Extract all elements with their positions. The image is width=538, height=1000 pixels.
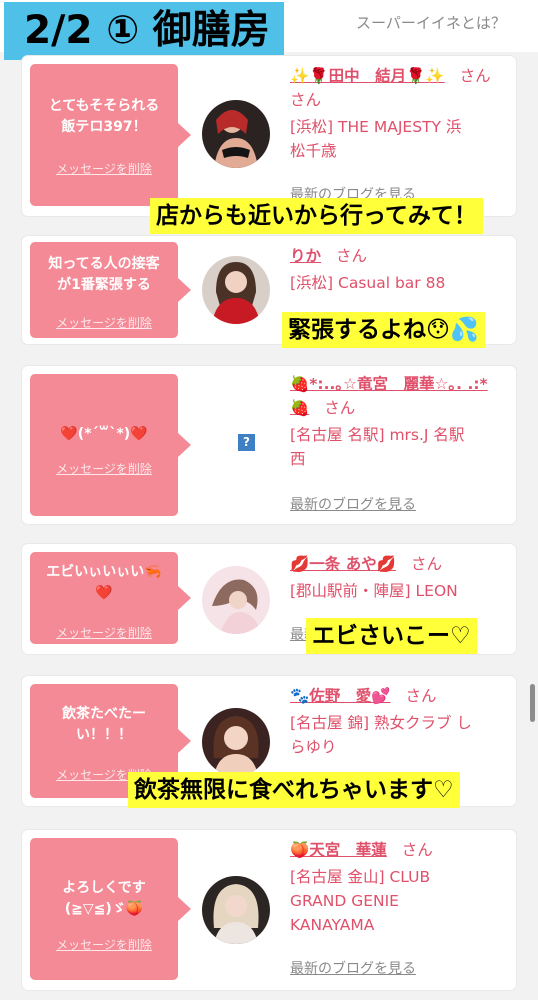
- honorific: さん: [324, 399, 356, 417]
- honorific: さん: [401, 841, 433, 859]
- cast-name-line: 🐾佐野 愛💕 さん: [290, 684, 510, 708]
- message-line: 飲茶たべたー: [62, 706, 146, 722]
- delete-message-link[interactable]: メッセージを削除: [30, 936, 178, 953]
- message-line: 飯テロ397！: [61, 119, 147, 135]
- caption-overlay: エビさいこー♡: [306, 618, 477, 654]
- honorific: さん: [290, 91, 322, 109]
- cast-name-line: 💋一条 あや💋 さん: [290, 552, 510, 576]
- delete-message-link[interactable]: メッセージを削除: [30, 314, 178, 331]
- shop-info: [郡山駅前・陣屋] LEON: [290, 579, 510, 603]
- avatar[interactable]: [202, 876, 270, 944]
- shop-line: [郡山駅前・陣屋] LEON: [290, 582, 458, 600]
- shop-line: 松千歳: [290, 142, 337, 160]
- honorific: さん: [459, 67, 491, 85]
- scrollbar[interactable]: [530, 684, 535, 722]
- message-line: い！！！: [76, 727, 132, 743]
- delete-message-link[interactable]: メッセージを削除: [30, 624, 178, 641]
- delete-message-link[interactable]: メッセージを削除: [30, 160, 178, 177]
- avatar[interactable]: [202, 566, 270, 634]
- message-line: ❤️: [95, 585, 113, 601]
- honorific: さん: [410, 555, 442, 573]
- cast-name-line: ✨🌹田中 結月🌹✨ さん: [290, 64, 510, 88]
- shop-line: GRAND GENIE: [290, 892, 399, 910]
- message-text: 知ってる人の接客 が1番緊張する: [30, 254, 178, 296]
- woman-photo-icon: [202, 708, 270, 776]
- woman-photo-icon: [202, 100, 270, 168]
- shop-line: KANAYAMA: [290, 916, 375, 934]
- message-text: よろしくです (≧▽≦)ゞ🍑: [30, 878, 178, 920]
- honorific: さん: [335, 247, 367, 265]
- latest-blog-link[interactable]: 最新のブログを見る: [290, 494, 416, 514]
- caption-overlay: 店からも近いから行ってみて！: [150, 198, 483, 234]
- shop-info: [名古屋 名駅] mrs.J 名駅 西: [290, 423, 510, 471]
- woman-photo-icon: [202, 876, 270, 944]
- cast-name-line: りか さん: [290, 244, 510, 268]
- honorific-wrap: さん: [290, 88, 510, 112]
- super-like-help-link[interactable]: スーパーイイネとは？: [356, 12, 506, 33]
- cast-name[interactable]: 🍓*:..｡☆竜宮 麗華☆｡. .:*: [290, 375, 488, 393]
- shop-info: [名古屋 金山] CLUB GRAND GENIE KANAYAMA: [290, 865, 510, 937]
- cast-info: 🐾佐野 愛💕 さん [名古屋 錦] 熟女クラブ し らゆり: [290, 684, 510, 759]
- avatar[interactable]: [202, 708, 270, 776]
- cast-name[interactable]: 💋一条 あや💋: [290, 555, 396, 573]
- message-bubble: エビいぃいぃい🦐 ❤️ メッセージを削除: [30, 552, 191, 644]
- avatar[interactable]: [202, 100, 270, 168]
- cast-name[interactable]: りか: [290, 247, 321, 265]
- delete-message-link[interactable]: メッセージを削除: [30, 460, 178, 477]
- message-text: 飲茶たべたー い！！！: [30, 704, 178, 746]
- cast-name[interactable]: 🍑天宮 華蓮: [290, 841, 387, 859]
- super-like-card: よろしくです (≧▽≦)ゞ🍑 メッセージを削除 🍑天宮 華蓮 さん [名古屋 金…: [22, 830, 516, 990]
- shop-line: [名古屋 名駅] mrs.J 名駅: [290, 426, 465, 444]
- message-line: ❤️(*´꒳`*)❤️: [60, 426, 148, 442]
- broken-image-icon: ?: [238, 434, 255, 451]
- cast-name[interactable]: 🐾佐野 愛💕: [290, 687, 391, 705]
- avatar[interactable]: ?: [202, 408, 270, 476]
- super-like-card: ❤️(*´꒳`*)❤️ メッセージを削除 ? 🍓*:..｡☆竜宮 麗華☆｡. .…: [22, 366, 516, 524]
- shop-line: らゆり: [290, 738, 337, 756]
- message-bubble: よろしくです (≧▽≦)ゞ🍑 メッセージを削除: [30, 838, 191, 980]
- message-bubble: とてもそそられる 飯テロ397！ メッセージを削除: [30, 64, 191, 206]
- cast-name[interactable]: 🍓: [290, 399, 309, 417]
- shop-line: [名古屋 金山] CLUB: [290, 868, 431, 886]
- page-title: 2/2 ① 御膳房: [4, 2, 284, 60]
- message-line: が1番緊張する: [57, 277, 151, 293]
- message-text: エビいぃいぃい🦐 ❤️: [30, 562, 178, 604]
- woman-photo-icon: [202, 256, 270, 324]
- shop-line: [浜松] Casual bar 88: [290, 274, 446, 292]
- message-line: エビいぃいぃい🦐: [46, 564, 162, 580]
- cast-info: 🍑天宮 華蓮 さん [名古屋 金山] CLUB GRAND GENIE KANA…: [290, 838, 510, 937]
- caption-overlay: 飲茶無限に食べれちゃいます♡: [128, 772, 460, 808]
- avatar[interactable]: [202, 256, 270, 324]
- cast-name[interactable]: ✨🌹田中 結月🌹✨: [290, 67, 445, 85]
- latest-blog-link[interactable]: 最新のブログを見る: [290, 958, 416, 978]
- shop-line: 西: [290, 450, 306, 468]
- message-text: ❤️(*´꒳`*)❤️: [30, 424, 178, 445]
- cast-info: りか さん [浜松] Casual bar 88: [290, 244, 510, 295]
- shop-line: [名古屋 錦] 熟女クラブ し: [290, 714, 472, 732]
- message-bubble: 知ってる人の接客 が1番緊張する メッセージを削除: [30, 242, 191, 338]
- shop-info: [浜松] THE MAJESTY 浜 松千歳: [290, 115, 510, 163]
- message-line: よろしくです: [62, 880, 146, 896]
- shop-info: [名古屋 錦] 熟女クラブ し らゆり: [290, 711, 510, 759]
- broken-image-icon: [202, 408, 270, 476]
- cast-name-line: 🍓 さん: [290, 396, 510, 420]
- message-line: (≧▽≦)ゞ🍑: [64, 901, 144, 917]
- cast-info: 🍓*:..｡☆竜宮 麗華☆｡. .:* 🍓 さん [名古屋 名駅] mrs.J …: [290, 372, 510, 471]
- message-text: とてもそそられる 飯テロ397！: [30, 96, 178, 138]
- cast-info: 💋一条 あや💋 さん [郡山駅前・陣屋] LEON: [290, 552, 510, 603]
- message-line: とてもそそられる: [48, 98, 160, 114]
- cast-name-line: 🍑天宮 華蓮 さん: [290, 838, 510, 862]
- cast-name-line: 🍓*:..｡☆竜宮 麗華☆｡. .:*: [290, 372, 510, 396]
- shop-line: [浜松] THE MAJESTY 浜: [290, 118, 462, 136]
- cast-info: ✨🌹田中 結月🌹✨ さん さん [浜松] THE MAJESTY 浜 松千歳: [290, 64, 510, 163]
- message-bubble: ❤️(*´꒳`*)❤️ メッセージを削除: [30, 374, 191, 516]
- woman-photo-icon: [202, 566, 270, 634]
- honorific: さん: [405, 687, 437, 705]
- caption-overlay: 緊張するよね😯💦: [282, 312, 485, 348]
- message-line: 知ってる人の接客: [48, 256, 160, 272]
- shop-info: [浜松] Casual bar 88: [290, 271, 510, 295]
- super-like-card: とてもそそられる 飯テロ397！ メッセージを削除 ✨🌹田中 結月🌹✨ さん さ…: [22, 56, 516, 216]
